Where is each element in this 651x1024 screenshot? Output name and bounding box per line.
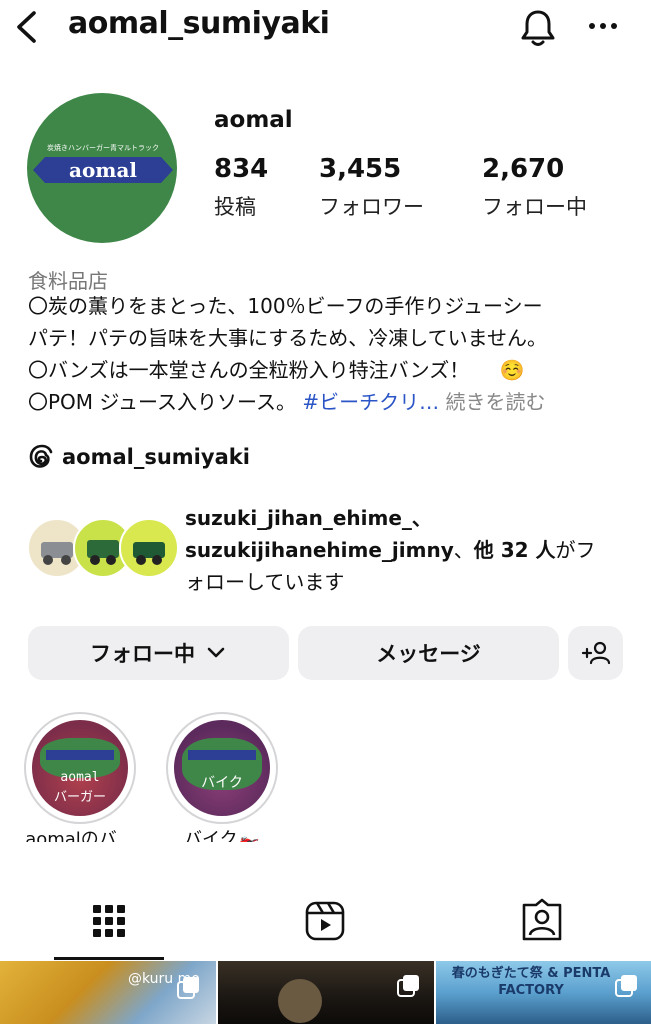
- following-button-label: フォロー中: [90, 642, 195, 666]
- bio-line-3: 〇バンズは一本堂さんの全粒粉入り特注バンズ！ ☺️: [28, 354, 628, 386]
- threads-handle: aomal_sumiyaki: [62, 445, 250, 469]
- tagged-icon[interactable]: [512, 893, 572, 949]
- post-thumbnail-2[interactable]: [218, 961, 434, 1024]
- add-person-icon: [581, 641, 610, 665]
- mutual-followers-text[interactable]: suzuki_jihan_ehime_、 suzukijihanehime_ji…: [185, 502, 635, 598]
- highlight-1-banner: [46, 750, 114, 760]
- smiling-emoji-icon: ☺️: [499, 358, 525, 382]
- message-button[interactable]: メッセージ: [298, 626, 559, 680]
- mutual-avatar-3: [119, 518, 179, 578]
- carousel-icon: [615, 975, 637, 997]
- back-chevron-icon[interactable]: [12, 10, 42, 44]
- bio-line-4: 〇POM ジュース入りソース。 #ビーチクリ… 続きを読む: [28, 386, 628, 418]
- more-options-icon[interactable]: [586, 14, 620, 38]
- highlight-2-title[interactable]: バイク🏍️: [160, 826, 284, 842]
- bio-line-4-text: 〇POM ジュース入りソース。: [28, 390, 297, 414]
- bio-line-3-text: 〇バンズは一本堂さんの全粒粉入り特注バンズ！: [28, 358, 470, 382]
- following-label[interactable]: フォロー中: [482, 191, 587, 221]
- chevron-down-icon: [207, 647, 225, 658]
- profile-username: aomal_sumiyaki: [68, 6, 330, 41]
- post-3-overlay-text: 春のもぎたて祭 & PENTA FACTORY: [451, 966, 611, 998]
- highlight-1-title[interactable]: aomalのバ…: [18, 826, 142, 842]
- carousel-icon: [177, 977, 199, 999]
- mutual-name-2: suzukijihanehime_jimny: [185, 538, 454, 562]
- bell-icon[interactable]: [519, 8, 557, 48]
- following-button[interactable]: フォロー中: [28, 626, 289, 680]
- post-2-subject: [278, 979, 322, 1023]
- mutual-line-3: ォローしています: [185, 570, 345, 594]
- post-thumbnail-3[interactable]: 春のもぎたて祭 & PENTA FACTORY: [436, 961, 651, 1024]
- threads-icon: [29, 444, 53, 468]
- read-more-link[interactable]: 続きを読む: [446, 390, 546, 414]
- avatar-logo-text: aomal: [68, 158, 138, 182]
- profile-avatar[interactable]: 炭焼きハンバーガー青マルトラック aomal: [27, 93, 177, 243]
- posts-count[interactable]: 834: [214, 154, 268, 184]
- mutual-separator: 、: [453, 538, 474, 562]
- mutual-followers-avatars[interactable]: [27, 518, 179, 578]
- followers-count[interactable]: 3,455: [319, 154, 401, 184]
- display-name: aomal: [214, 107, 293, 133]
- followers-label[interactable]: フォロワー: [319, 191, 424, 221]
- highlight-2-cover: バイク: [174, 720, 270, 816]
- bio-line-2: パテ！パテの旨味を大事にするため、冷凍していません。: [28, 326, 547, 350]
- highlight-2-banner: [188, 750, 256, 760]
- threads-link[interactable]: aomal_sumiyaki: [28, 443, 250, 471]
- highlight-1[interactable]: aomal バーガー: [24, 712, 136, 824]
- highlight-1-cover-line2: バーガー: [53, 790, 106, 805]
- highlight-1-cover-line1: aomal: [60, 770, 100, 785]
- message-button-label: メッセージ: [376, 642, 481, 666]
- active-tab-indicator: [54, 957, 164, 960]
- highlight-1-cover: aomal バーガー: [32, 720, 128, 816]
- bio-hashtag-link[interactable]: #ビーチクリ…: [302, 390, 439, 414]
- bio-line-1: 〇炭の薫りをまとった、100％ビーフの手作りジューシー: [28, 294, 543, 318]
- highlight-2[interactable]: バイク: [166, 712, 278, 824]
- suggest-people-button[interactable]: [568, 626, 623, 680]
- mutual-suffix: がフ: [555, 538, 596, 562]
- grid-icon[interactable]: [79, 893, 139, 949]
- carousel-icon: [397, 975, 419, 997]
- reels-icon[interactable]: [295, 893, 355, 949]
- highlight-2-cover-line1: バイク: [201, 775, 243, 791]
- post-thumbnail-1[interactable]: @kuru mo: [0, 961, 216, 1024]
- following-count[interactable]: 2,670: [482, 154, 564, 184]
- mutual-others-count: 他 32 人: [473, 538, 556, 562]
- posts-label[interactable]: 投稿: [214, 191, 256, 221]
- mutual-name-1: suzuki_jihan_ehime_、: [185, 506, 432, 530]
- avatar-small-text: 炭焼きハンバーガー青マルトラック: [47, 144, 159, 152]
